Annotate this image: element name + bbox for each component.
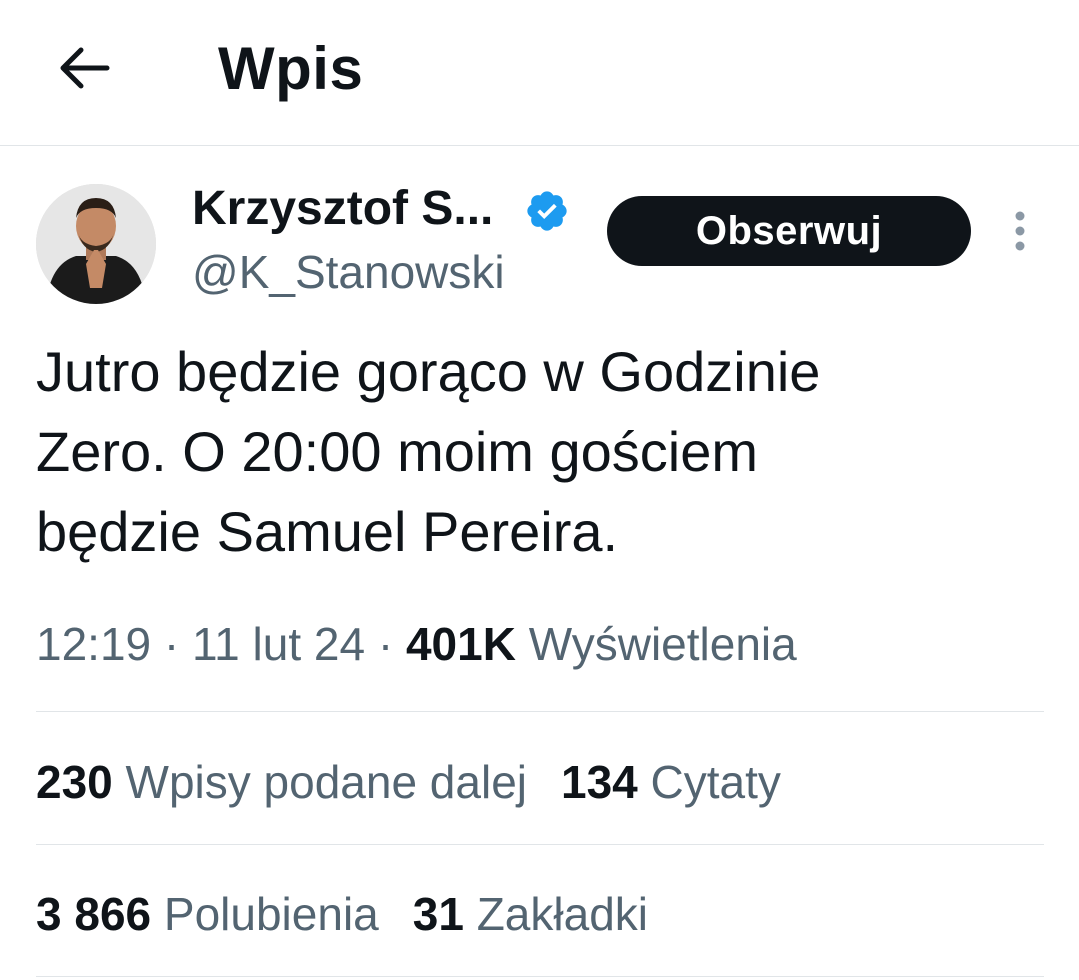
tweet-date[interactable]: 11 lut 24 [192, 618, 365, 670]
likes-stat[interactable]: 3 866 Polubienia [36, 884, 379, 944]
likes-count: 3 866 [36, 888, 152, 940]
meta-separator: · [151, 618, 193, 670]
arrow-left-icon [60, 47, 110, 89]
stats-row-reposts: 230 Wpisy podane dalej 134 Cytaty [36, 752, 815, 812]
views-label: Wyświetlenia [528, 618, 797, 670]
meta-separator-2: · [365, 618, 406, 670]
reposts-stat[interactable]: 230 Wpisy podane dalej [36, 752, 527, 812]
views-count: 401K [405, 618, 516, 670]
divider [36, 844, 1044, 845]
bookmarks-label: Zakładki [476, 888, 648, 940]
tweet-time[interactable]: 12:19 [36, 618, 151, 670]
reposts-label: Wpisy podane dalej [125, 756, 527, 808]
avatar[interactable] [36, 184, 156, 304]
tweet-meta: 12:19 · 11 lut 24 · 401K Wyświetlenia [36, 614, 797, 674]
quotes-stat[interactable]: 134 Cytaty [561, 752, 781, 812]
author-name[interactable]: Krzysztof S... [192, 180, 493, 238]
bookmarks-count: 31 [412, 888, 464, 940]
quotes-label: Cytaty [650, 756, 781, 808]
more-options-button[interactable] [1000, 206, 1040, 256]
reposts-count: 230 [36, 756, 113, 808]
likes-label: Polubienia [163, 888, 379, 940]
back-button[interactable] [52, 36, 116, 100]
follow-button[interactable]: Obserwuj [607, 196, 971, 266]
avatar-photo [36, 184, 156, 304]
divider [36, 976, 1044, 977]
quotes-count: 134 [561, 756, 638, 808]
top-bar: Wpis [0, 0, 1079, 146]
tweet-text: Jutro będzie gorąco w Godzinie Zero. O 2… [36, 340, 821, 563]
bookmarks-stat[interactable]: 31 Zakładki [413, 884, 648, 944]
more-vertical-icon [1015, 211, 1025, 251]
divider [36, 711, 1044, 712]
author-handle[interactable]: @K_Stanowski [192, 244, 505, 300]
stats-row-likes: 3 866 Polubienia 31 Zakładki [36, 884, 682, 944]
verified-badge-icon [527, 191, 567, 231]
page-title: Wpis [218, 35, 364, 102]
